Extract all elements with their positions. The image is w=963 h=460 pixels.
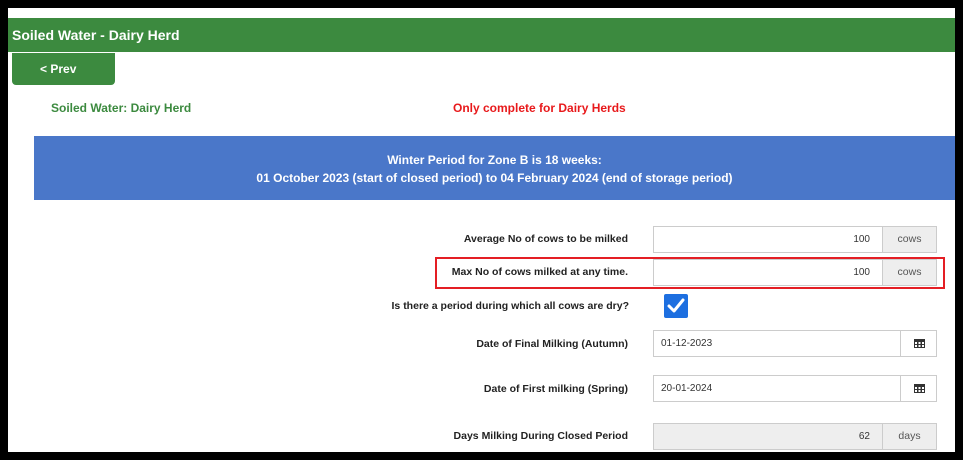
banner-line-2: 01 October 2023 (start of closed period)…	[256, 171, 733, 185]
max-cows-input[interactable]: 100	[653, 259, 883, 286]
avg-cows-unit: cows	[882, 226, 937, 253]
days-milking-label: Days Milking During Closed Period	[453, 430, 628, 442]
avg-cows-label: Average No of cows to be milked	[463, 233, 628, 245]
checkmark-icon	[667, 298, 685, 313]
winter-period-banner: Winter Period for Zone B is 18 weeks: 01…	[34, 136, 955, 200]
first-milking-input[interactable]: 20-01-2024	[653, 375, 901, 402]
page-title: Soiled Water - Dairy Herd	[8, 18, 955, 52]
calendar-icon	[914, 339, 925, 348]
avg-cows-input[interactable]: 100	[653, 226, 883, 253]
final-milking-label: Date of Final Milking (Autumn)	[476, 338, 628, 350]
section-title: Soiled Water: Dairy Herd	[51, 101, 192, 115]
first-milking-label: Date of First milking (Spring)	[483, 383, 628, 395]
app-frame: Soiled Water - Dairy Herd < Prev Soiled …	[8, 8, 955, 452]
final-milking-input[interactable]: 01-12-2023	[653, 330, 901, 357]
max-cows-unit: cows	[882, 259, 937, 286]
dry-period-label: Is there a period during which all cows …	[391, 300, 629, 312]
days-milking-value: 62	[653, 423, 883, 450]
days-milking-unit: days	[882, 423, 937, 450]
first-milking-calendar-button[interactable]	[900, 375, 937, 402]
banner-line-1: Winter Period for Zone B is 18 weeks:	[387, 153, 602, 167]
calendar-icon	[914, 384, 925, 393]
final-milking-calendar-button[interactable]	[900, 330, 937, 357]
dry-period-checkbox[interactable]	[664, 294, 688, 318]
prev-button[interactable]: < Prev	[12, 53, 115, 85]
section-note: Only complete for Dairy Herds	[453, 101, 626, 115]
max-cows-label: Max No of cows milked at any time.	[451, 266, 628, 278]
